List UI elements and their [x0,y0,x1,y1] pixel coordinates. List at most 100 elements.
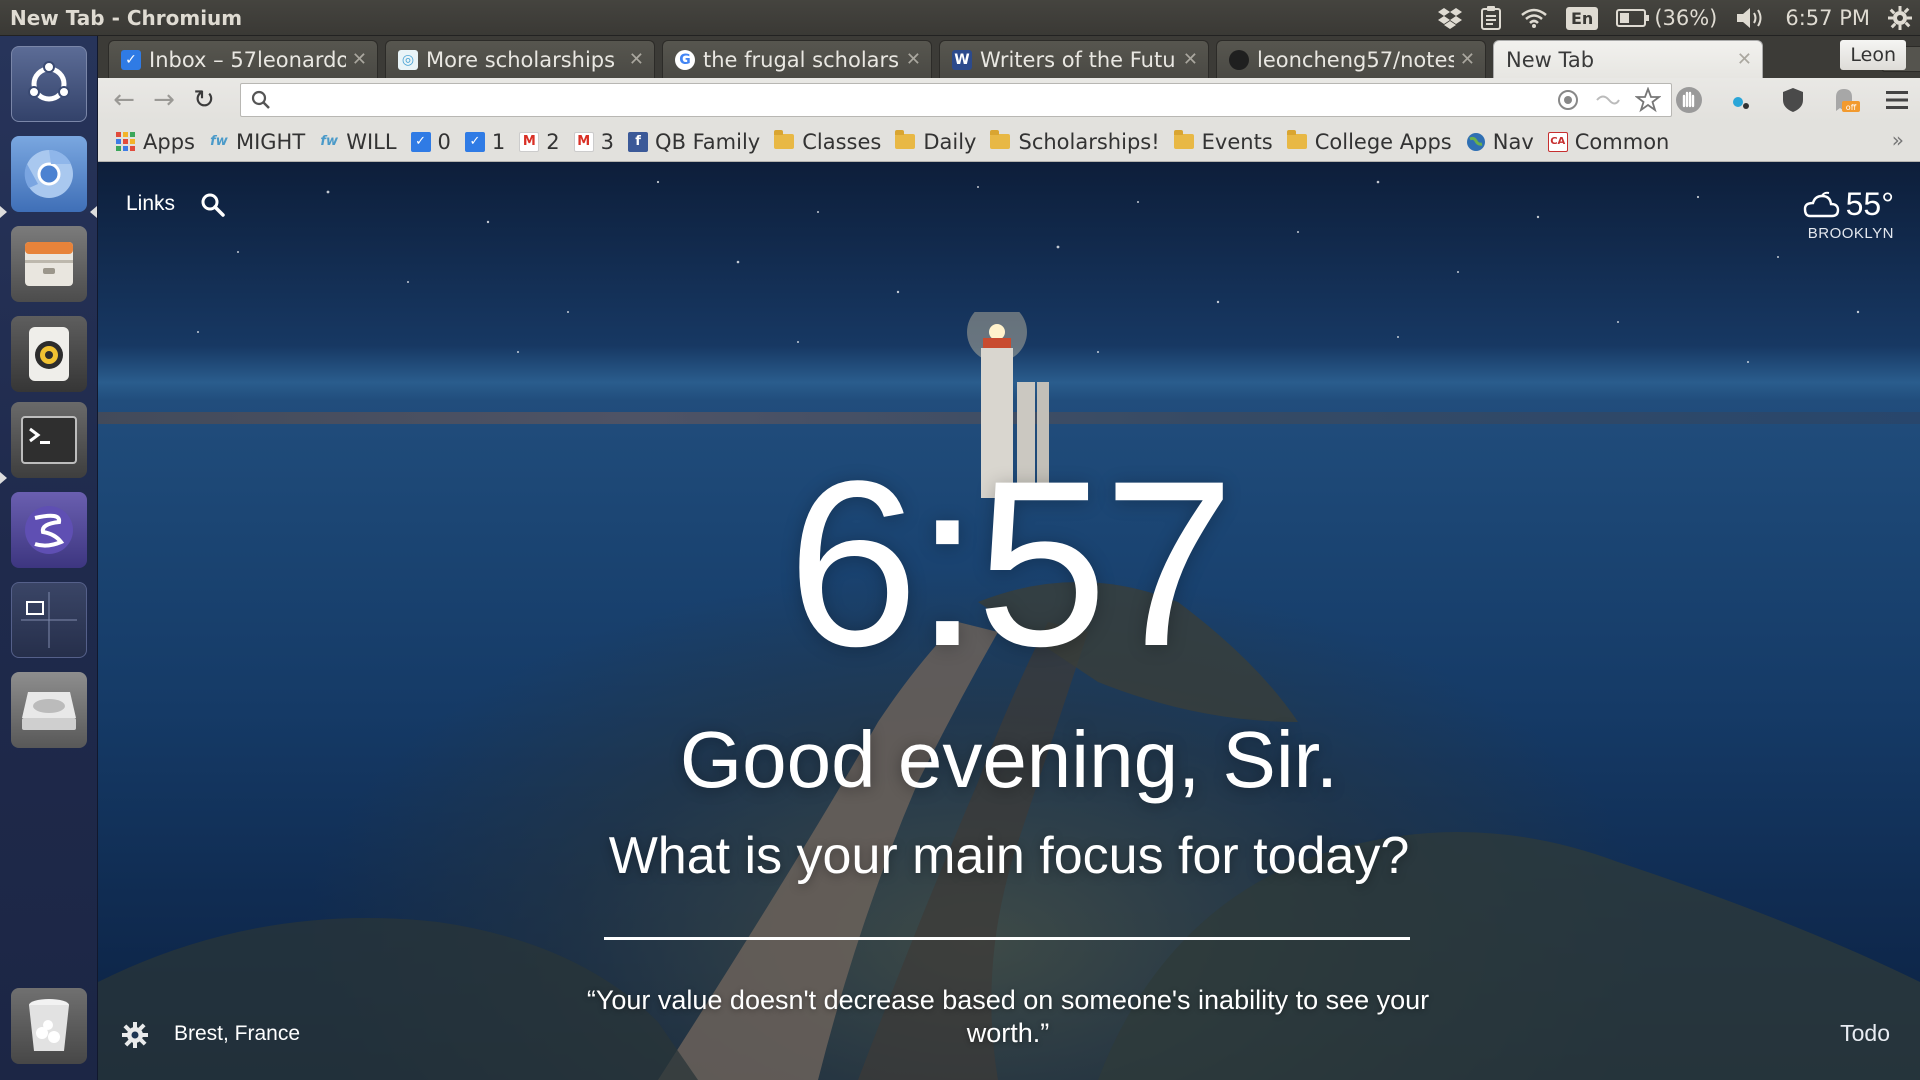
disk-launcher-button[interactable] [11,672,87,748]
focus-question: What is your main focus for today? [608,827,1410,885]
running-indicator [0,206,7,218]
tab-title: Inbox – 57leonardo [149,47,346,72]
inbox-icon: ✓ [410,131,431,152]
ghost-off-extension-icon[interactable]: off [1830,85,1860,115]
weather-widget[interactable]: 55° BROOKLYN [1800,186,1894,242]
close-icon[interactable]: ✕ [629,49,644,70]
todo-button[interactable]: Todo [1840,1020,1890,1047]
hand-extension-icon[interactable] [1674,85,1704,115]
bookmark-apps[interactable]: Apps [110,126,203,158]
bookmark-will[interactable]: fw WILL [313,126,404,158]
search-icon[interactable] [198,190,228,220]
arrow-left-icon: ← [113,85,135,115]
dot-extension-icon[interactable] [1726,85,1756,115]
bookmark-label: WILL [346,129,397,154]
chromium-icon [24,149,73,198]
ubuntu-dash-button[interactable] [11,46,87,122]
tab-frugal-scholar[interactable]: G the frugal scholarsh ✕ [662,40,932,78]
browser-toolbar: ← → ↻ off [98,78,1920,122]
close-icon[interactable]: ✕ [1183,49,1198,70]
battery-icon[interactable]: (36%) [1616,5,1717,31]
tab-title: More scholarships [426,47,616,72]
files-launcher-button[interactable] [11,226,87,302]
unity-launcher [0,36,98,1080]
keyboard-layout-indicator[interactable]: En [1565,5,1599,31]
bookmark-folder-scholarships[interactable]: Scholarships! [984,126,1167,158]
clipboard-icon[interactable] [1480,5,1502,31]
tab-writers-of-the-future[interactable]: W Writers of the Futu ✕ [939,40,1209,78]
star-icon[interactable] [1635,87,1661,113]
arrow-right-icon: → [153,85,175,115]
system-clock[interactable]: 6:57 PM [1785,6,1870,30]
links-button[interactable]: Links [126,192,175,216]
github-icon [1229,49,1249,70]
ubuntu-logo-icon [28,61,70,102]
bookmark-folder-college-apps[interactable]: College Apps [1281,126,1460,158]
focused-indicator [90,206,97,218]
bookmarks-overflow-chevron-icon[interactable]: » [1892,128,1904,152]
bookmark-inbox-0[interactable]: ✓ 0 [405,126,459,158]
dropbox-icon[interactable] [1437,5,1462,31]
bookmark-gmail-2[interactable]: M2 [513,126,567,158]
search-icon [251,90,270,109]
tab-new-tab[interactable]: New Tab ✕ [1493,40,1763,78]
bookmark-gmail-3[interactable]: M3 [568,126,622,158]
tab-github-notes[interactable]: leoncheng57/notes ✕ [1216,40,1486,78]
bookmark-might[interactable]: fw MIGHT [203,126,313,158]
svg-text:off: off [1846,103,1857,112]
omnibox[interactable] [240,83,1672,117]
tab-inbox[interactable]: ✓ Inbox – 57leonardo ✕ [108,40,378,78]
bookmark-folder-classes[interactable]: Classes [768,126,889,158]
tab-more-scholarships[interactable]: ◎ More scholarships ✕ [385,40,655,78]
shield-icon[interactable] [1778,85,1808,115]
bookmark-nav[interactable]: Nav [1460,126,1542,158]
workspace-switcher-button[interactable] [11,582,87,658]
bookmark-label: College Apps [1314,129,1452,154]
bookmark-folder-daily[interactable]: Daily [889,126,984,158]
fw-icon: fw [320,134,339,149]
new-tab-page: Links 55° BROOKLYN 6:57 Good evening, Si… [98,162,1920,1080]
wifi-icon[interactable] [1520,5,1548,31]
chromium-launcher-button[interactable] [11,136,87,212]
volume-icon[interactable] [1735,5,1767,31]
tab-title: the frugal scholarsh [703,47,900,72]
bookmark-label: QB Family [655,129,761,154]
back-button[interactable]: ← [104,80,144,120]
settings-gear-icon[interactable] [120,1020,150,1050]
close-icon[interactable]: ✕ [1737,49,1752,70]
folder-icon [895,130,916,149]
terminal-icon [21,416,77,464]
location-target-icon[interactable] [1555,87,1581,113]
emacs-icon [25,506,73,554]
main-clock: 6:57 [787,432,1234,696]
menu-hamburger-icon[interactable] [1882,85,1912,115]
focus-input[interactable] [604,904,1410,940]
folder-icon [1173,130,1194,149]
close-icon[interactable]: ✕ [1460,49,1475,70]
terminal-launcher-button[interactable] [11,402,87,478]
trash-launcher-button[interactable] [11,988,87,1064]
session-gear-icon[interactable] [1888,5,1912,31]
bookmark-inbox-1[interactable]: ✓ 1 [459,126,513,158]
rhythmbox-launcher-button[interactable] [11,316,87,392]
translate-icon[interactable] [1595,89,1621,111]
daily-quote[interactable]: “Your value doesn't decrease based on so… [568,984,1448,1050]
bookmark-qb-family[interactable]: f QB Family [622,126,768,158]
bookmark-common[interactable]: CA Common [1542,126,1678,158]
profile-button[interactable]: Leon [1840,40,1906,70]
close-icon[interactable]: ✕ [906,49,921,70]
inbox-icon: ✓ [464,131,485,152]
bookmark-label: MIGHT [235,129,306,154]
emacs-launcher-button[interactable] [11,492,87,568]
omnibox-input[interactable] [277,85,1555,115]
folder-icon [1286,130,1307,149]
bookmark-folder-events[interactable]: Events [1168,126,1281,158]
indicator-area: En (36%) 6:57 PM [1437,0,1912,36]
reload-button[interactable]: ↻ [184,80,224,120]
close-icon[interactable]: ✕ [352,49,367,70]
gmail-icon: M [573,131,594,152]
forward-button[interactable]: → [144,80,184,120]
bookmark-label: Apps [143,129,195,154]
google-icon: G [675,49,695,70]
photo-location[interactable]: Brest, France [174,1022,300,1046]
